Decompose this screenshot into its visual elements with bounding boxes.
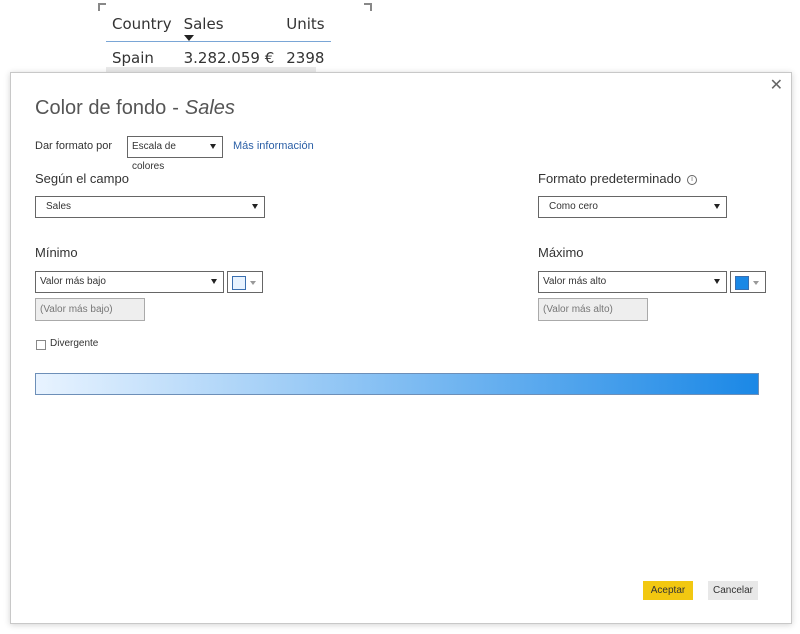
color-swatch-icon (735, 276, 749, 290)
diverging-checkbox[interactable] (36, 340, 46, 350)
based-on-field-select[interactable]: Sales (35, 196, 265, 218)
sort-descending-icon (183, 35, 194, 41)
minimum-value-input[interactable]: (Valor más bajo) (35, 298, 145, 321)
maximum-label: Máximo (538, 245, 584, 260)
column-header-units[interactable]: Units (280, 9, 331, 42)
column-header-country[interactable]: Country (106, 9, 178, 42)
close-icon[interactable]: ✕ (770, 77, 783, 93)
chevron-down-icon (250, 281, 256, 285)
maximum-color-picker[interactable] (730, 271, 766, 293)
dialog-title-prefix: Color de fondo (35, 97, 167, 119)
format-by-select-value: Escala de colores (132, 141, 176, 172)
table-visual[interactable]: Country Sales Units Spain 3.282.059 € 23… (98, 3, 372, 75)
minimum-type-select[interactable]: Valor más bajo (35, 271, 224, 293)
dialog-title-separator: - (172, 97, 179, 119)
chevron-down-icon (714, 204, 720, 209)
chevron-down-icon (252, 204, 258, 209)
dialog-title-field: Sales (184, 97, 235, 119)
color-scale-preview (35, 373, 759, 395)
more-info-link[interactable]: Más información (233, 140, 314, 152)
default-format-select[interactable]: Como cero (538, 196, 727, 218)
based-on-field-select-value: Sales (46, 201, 72, 212)
info-icon[interactable]: i (687, 175, 698, 185)
dialog-title: Color de fondo - Sales (35, 97, 235, 120)
diverging-label: Divergente (50, 338, 99, 349)
color-swatch-icon (232, 276, 246, 290)
minimum-color-picker[interactable] (227, 271, 263, 293)
cancel-button[interactable]: Cancelar (708, 581, 758, 600)
resize-handle-top-left[interactable] (98, 3, 106, 11)
default-format-select-value: Como cero (549, 201, 598, 212)
format-by-label: Dar formato por (35, 140, 113, 152)
background-color-dialog: ✕ Color de fondo - Sales Dar formato por E… (10, 72, 792, 624)
chevron-down-icon (714, 279, 720, 284)
chevron-down-icon (210, 144, 216, 149)
chevron-down-icon (211, 279, 217, 284)
minimum-label: Mínimo (35, 245, 78, 260)
maximum-type-select[interactable]: Valor más alto (538, 271, 727, 293)
minimum-type-select-value: Valor más bajo (40, 276, 106, 287)
default-format-label: Formato predeterminado i (538, 171, 698, 186)
sales-table: Country Sales Units Spain 3.282.059 € 23… (106, 9, 331, 74)
chevron-down-icon (753, 281, 759, 285)
based-on-field-label: Según el campo (35, 171, 129, 186)
resize-handle-top-right[interactable] (364, 3, 372, 11)
column-header-sales[interactable]: Sales (177, 9, 281, 42)
ok-button[interactable]: Aceptar (643, 581, 693, 600)
format-by-select[interactable]: Escala de colores (127, 136, 223, 172)
maximum-type-select-value: Valor más alto (543, 276, 607, 287)
maximum-value-input[interactable]: (Valor más alto) (538, 298, 648, 321)
